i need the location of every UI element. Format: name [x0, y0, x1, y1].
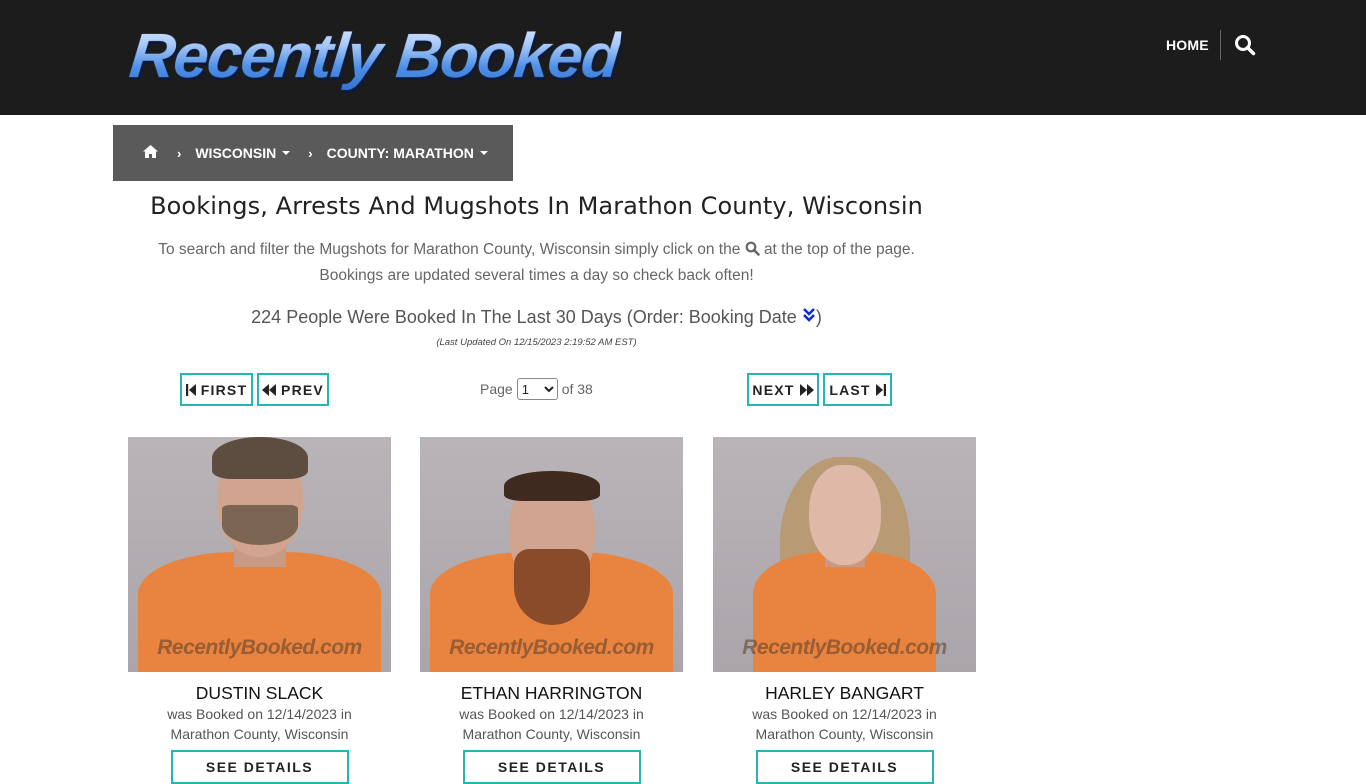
watermark: RecentlyBooked.com [157, 636, 362, 659]
page-title: Bookings, Arrests And Mugshots In Marath… [150, 192, 923, 220]
booking-card: RecentlyBooked.com DUSTIN SLACK was Book… [128, 437, 391, 784]
mugshot-hair [211, 437, 308, 479]
mugshot-head [808, 465, 881, 565]
site-logo[interactable]: Recently Booked [126, 18, 623, 94]
person-name[interactable]: HARLEY BANGART [713, 682, 976, 704]
booking-location-text: Marathon County, Wisconsin [755, 726, 934, 742]
sort-order-toggle-icon[interactable] [802, 307, 816, 327]
search-icon [745, 239, 760, 256]
booking-card: RecentlyBooked.com HARLEY BANGART was Bo… [713, 437, 976, 784]
first-page-label: FIRST [200, 381, 248, 398]
last-updated: (Last Updated On 12/15/2023 2:19:52 AM E… [436, 337, 637, 348]
intro-text-part2: at the top of the page. [763, 241, 915, 258]
search-icon[interactable] [1234, 34, 1256, 56]
last-page-button[interactable]: LAST [823, 373, 892, 406]
intro-text: To search and filter the Mugshots for Ma… [113, 237, 960, 289]
booking-count-close: ) [815, 307, 822, 327]
caret-down-icon [282, 151, 291, 155]
page-number-select[interactable]: 1 [516, 378, 558, 400]
booking-date-text: was Booked on 12/14/2023 in [459, 706, 644, 722]
mugshot-beard [221, 505, 298, 545]
mugshot-beard [513, 549, 590, 625]
caret-down-icon [479, 151, 488, 155]
see-details-button[interactable]: SEE DETAILS [462, 750, 641, 784]
site-header: Recently Booked HOME [0, 0, 1366, 115]
skip-forward-icon [875, 383, 886, 396]
breadcrumb: › WISCONSIN › COUNTY: MARATHON [113, 125, 513, 181]
booking-location-text: Marathon County, Wisconsin [170, 726, 349, 742]
booking-count-heading: 224 People Were Booked In The Last 30 Da… [113, 304, 960, 330]
first-page-button[interactable]: FIRST [180, 373, 253, 406]
chevron-right-icon: › [177, 145, 182, 161]
person-name[interactable]: ETHAN HARRINGTON [420, 682, 683, 704]
page-total-label: of 38 [561, 381, 593, 397]
mugshot-photo[interactable]: RecentlyBooked.com [713, 437, 976, 672]
booking-date-text: was Booked on 12/14/2023 in [752, 706, 937, 722]
last-page-label: LAST [829, 381, 871, 398]
booking-card: RecentlyBooked.com ETHAN HARRINGTON was … [420, 437, 683, 784]
nav-divider [1220, 30, 1221, 60]
next-page-label: NEXT [752, 381, 795, 398]
watermark: RecentlyBooked.com [449, 636, 654, 659]
see-details-button[interactable]: SEE DETAILS [755, 750, 934, 784]
prev-page-button[interactable]: PREV [257, 373, 329, 406]
mugshot-hair [503, 471, 600, 501]
page-selector: Page 1 of 38 [480, 378, 593, 400]
skip-back-icon [185, 383, 196, 396]
page-label: Page [480, 381, 513, 397]
breadcrumb-state-label: WISCONSIN [195, 145, 277, 161]
next-page-button[interactable]: NEXT [747, 373, 819, 406]
mugshot-photo[interactable]: RecentlyBooked.com [128, 437, 391, 672]
breadcrumb-state-dropdown[interactable]: WISCONSIN [195, 145, 291, 161]
intro-text-part1: To search and filter the Mugshots for Ma… [158, 241, 741, 258]
see-details-button[interactable]: SEE DETAILS [170, 750, 349, 784]
booking-location-text: Marathon County, Wisconsin [462, 726, 641, 742]
breadcrumb-county-label: COUNTY: MARATHON [326, 145, 474, 161]
nav-home-link[interactable]: HOME [1166, 35, 1209, 55]
breadcrumb-county-dropdown[interactable]: COUNTY: MARATHON [327, 145, 488, 161]
person-name[interactable]: DUSTIN SLACK [128, 682, 391, 704]
mugshot-photo[interactable]: RecentlyBooked.com [420, 437, 683, 672]
forward-icon [799, 383, 814, 396]
chevron-right-icon: › [308, 145, 313, 161]
watermark: RecentlyBooked.com [742, 636, 947, 659]
booking-count-text: 224 People Were Booked In The Last 30 Da… [251, 307, 797, 327]
prev-page-label: PREV [281, 381, 324, 398]
home-icon[interactable] [142, 144, 159, 162]
intro-text-line2: Bookings are updated several times a day… [319, 267, 754, 284]
booking-date-text: was Booked on 12/14/2023 in [167, 706, 352, 722]
backward-icon [262, 383, 277, 396]
